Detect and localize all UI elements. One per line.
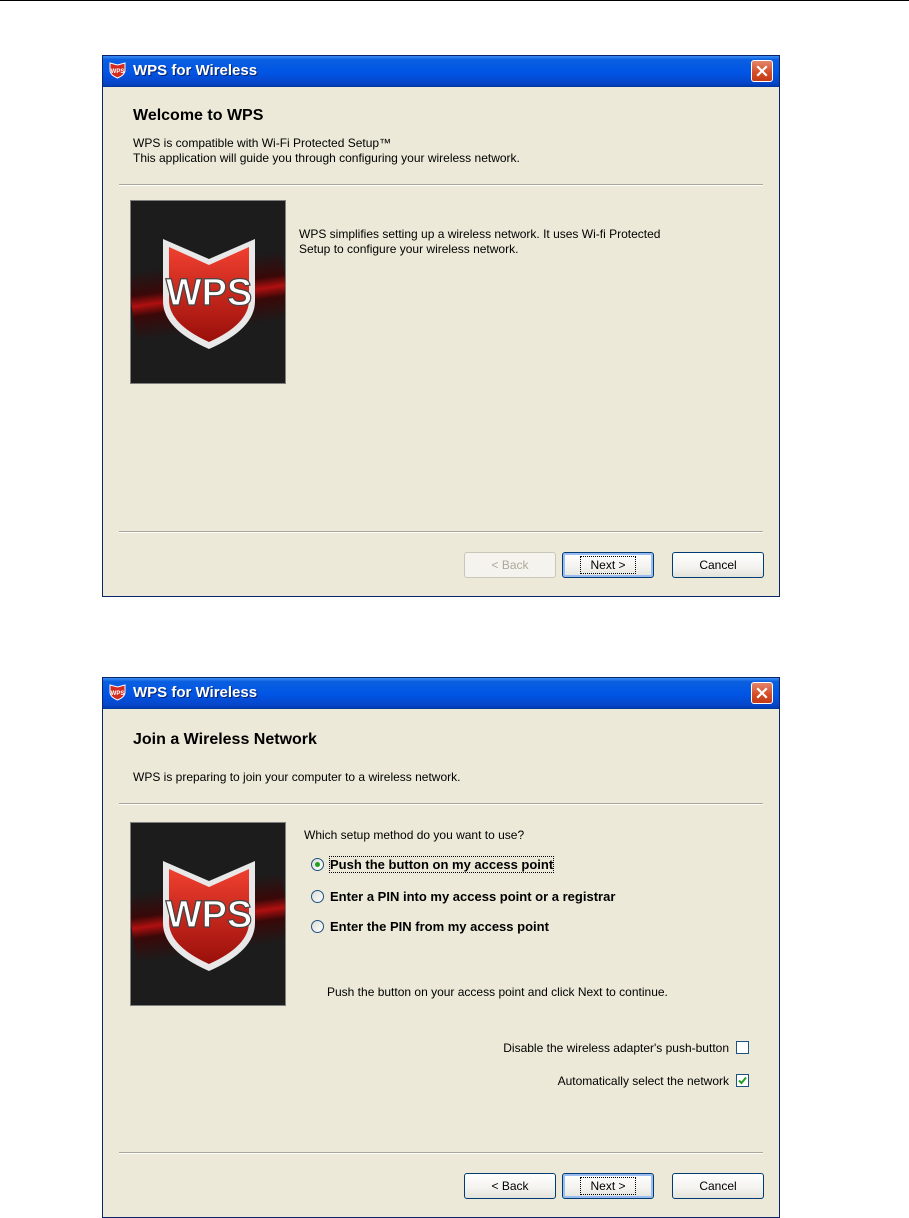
wps-app-icon: WPS bbox=[109, 684, 126, 701]
option-label: Push the button on my access point bbox=[328, 856, 555, 873]
cancel-button[interactable]: Cancel bbox=[672, 552, 764, 578]
logo-text: WPS bbox=[166, 894, 253, 936]
instruction-text: Push the button on your access point and… bbox=[327, 985, 668, 999]
page-title: Join a Wireless Network bbox=[133, 731, 317, 748]
close-icon bbox=[756, 65, 768, 77]
svg-text:WPS: WPS bbox=[111, 69, 125, 75]
cancel-button-label: Cancel bbox=[699, 1179, 737, 1193]
setup-method-question: Which setup method do you want to use? bbox=[304, 828, 525, 842]
title-bar[interactable]: WPS WPS for Wireless bbox=[103, 678, 779, 709]
header-subtitle-1: WPS is compatible with Wi-Fi Protected S… bbox=[133, 136, 392, 150]
header-divider bbox=[119, 803, 763, 805]
option-label: Enter the PIN from my access point bbox=[330, 919, 549, 934]
checkbox-label: Disable the wireless adapter's push-butt… bbox=[503, 1041, 729, 1055]
wps-logo-image: WPS bbox=[130, 822, 286, 1006]
intro-text-2: Setup to configure your wireless network… bbox=[299, 242, 519, 256]
close-icon bbox=[756, 687, 768, 699]
next-button[interactable]: Next > bbox=[562, 1173, 654, 1199]
checkbox-label: Automatically select the network bbox=[557, 1074, 729, 1088]
svg-text:WPS: WPS bbox=[111, 691, 125, 697]
next-button[interactable]: Next > bbox=[562, 552, 654, 578]
radio-button[interactable] bbox=[311, 858, 324, 871]
close-button[interactable] bbox=[751, 60, 773, 82]
footer-divider bbox=[119, 1152, 763, 1154]
wps-app-icon: WPS bbox=[109, 62, 126, 79]
header-divider bbox=[119, 184, 763, 186]
back-button-label: < Back bbox=[491, 558, 529, 572]
back-button-label: < Back bbox=[491, 1179, 529, 1193]
option-label: Enter a PIN into my access point or a re… bbox=[330, 889, 616, 904]
back-button[interactable]: < Back bbox=[464, 1173, 556, 1199]
wps-join-network-dialog: WPS WPS for Wireless Join a Wireless Net… bbox=[102, 677, 780, 1218]
page-title: Welcome to WPS bbox=[133, 107, 264, 124]
wps-logo-image: WPS bbox=[130, 200, 286, 384]
header-subtitle-2: This application will guide you through … bbox=[133, 151, 520, 165]
window-title: WPS for Wireless bbox=[133, 62, 258, 79]
cancel-button-label: Cancel bbox=[699, 558, 737, 572]
logo-text: WPS bbox=[166, 272, 253, 314]
window-title: WPS for Wireless bbox=[133, 684, 258, 701]
disable-push-button-checkbox[interactable] bbox=[736, 1041, 749, 1054]
back-button[interactable]: < Back bbox=[464, 552, 556, 578]
page-top-rule bbox=[0, 0, 909, 1]
cancel-button[interactable]: Cancel bbox=[672, 1173, 764, 1199]
disable-push-button-option[interactable]: Disable the wireless adapter's push-butt… bbox=[449, 1041, 749, 1057]
wps-welcome-dialog: WPS WPS for Wireless Welcome to WPS WPS … bbox=[102, 55, 780, 597]
checkmark-icon bbox=[738, 1076, 747, 1085]
close-button[interactable] bbox=[751, 682, 773, 704]
radio-button[interactable] bbox=[311, 890, 324, 903]
next-button-label: Next > bbox=[580, 556, 636, 574]
next-button-label: Next > bbox=[580, 1177, 636, 1195]
intro-text-1: WPS simplifies setting up a wireless net… bbox=[299, 227, 661, 241]
header-subtitle-1: WPS is preparing to join your computer t… bbox=[133, 770, 461, 784]
title-bar[interactable]: WPS WPS for Wireless bbox=[103, 56, 779, 87]
auto-select-network-checkbox[interactable] bbox=[736, 1074, 749, 1087]
auto-select-network-option[interactable]: Automatically select the network bbox=[449, 1074, 749, 1090]
radio-button[interactable] bbox=[311, 920, 324, 933]
footer-divider bbox=[119, 531, 763, 533]
